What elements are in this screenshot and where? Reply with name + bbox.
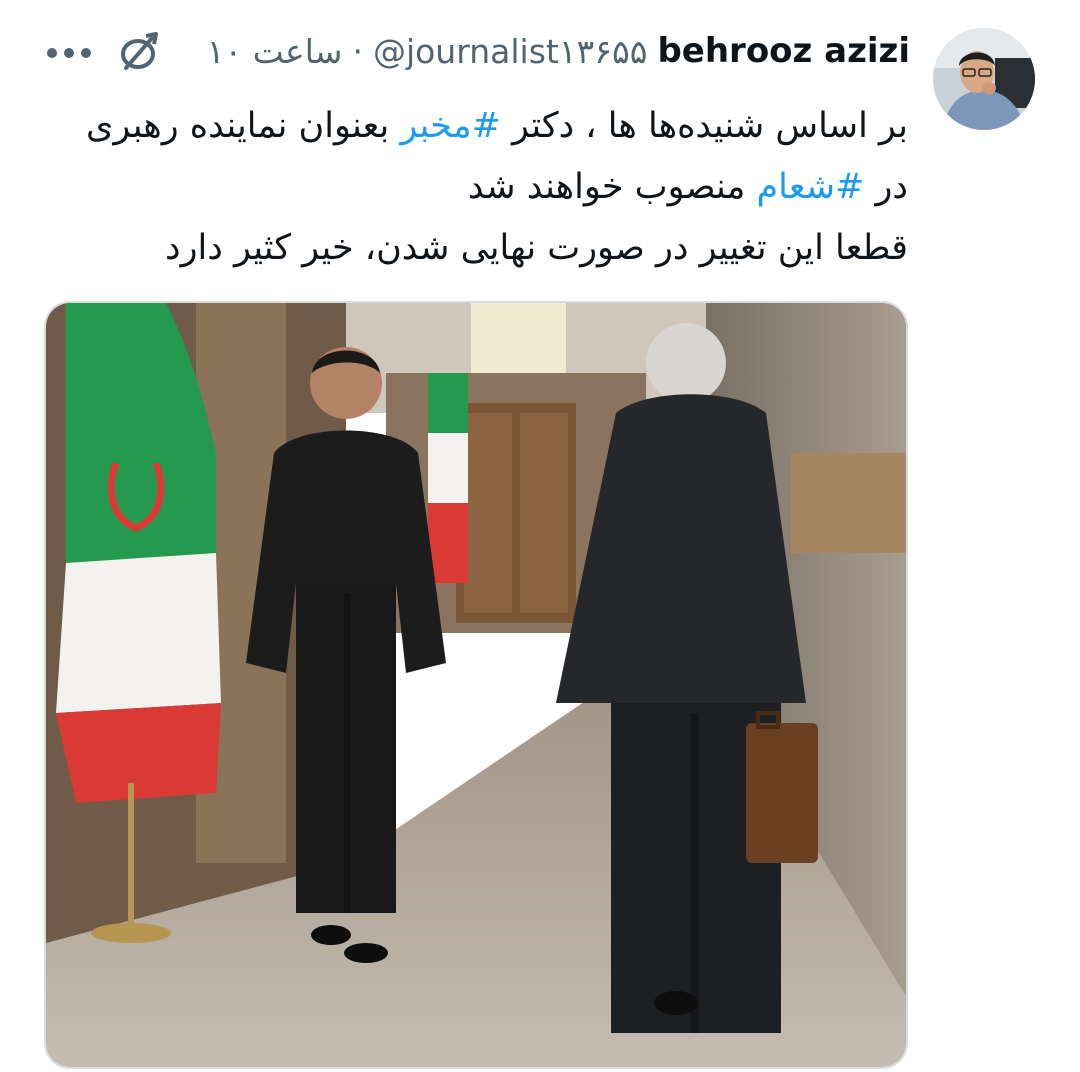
tweet-text-line: در #شعام منصوب خواهند شد <box>28 157 908 218</box>
hashtag-link[interactable]: #مخبر <box>400 106 501 146</box>
bird-icon <box>112 30 164 74</box>
user-handle[interactable]: @journalist۱۳۶۵۵ <box>373 32 648 71</box>
tweet-text-line: بر اساس شنیده‌ها ها ، دکتر #مخبر بعنوان … <box>28 96 908 157</box>
more-icon[interactable] <box>46 44 92 58</box>
tweet-text: بر اساس شنیده‌ها ها ، دکتر #مخبر بعنوان … <box>28 96 908 279</box>
hashtag-link[interactable]: #شعام <box>757 167 865 207</box>
tweet-header: behrooz azizi @journalist۱۳۶۵۵ · ۱۰ ساعت <box>207 26 910 76</box>
photo-image <box>46 303 906 1067</box>
avatar[interactable] <box>933 28 1035 130</box>
separator: · <box>352 31 363 71</box>
tweet-text-line: قطعا این تغییر در صورت نهایی شدن، خیر کث… <box>28 218 908 279</box>
tweet-text-segment: قطعا این تغییر در صورت نهایی شدن، خیر کث… <box>165 228 908 268</box>
avatar-image <box>933 28 1035 130</box>
tweet-time[interactable]: ۱۰ ساعت <box>207 32 343 71</box>
tweet-text-segment: بر اساس شنیده‌ها ها ، دکتر <box>500 106 908 146</box>
display-name[interactable]: behrooz azizi <box>657 31 910 71</box>
tweet-photo[interactable] <box>44 301 908 1069</box>
tweet-text-segment: منصوب خواهند شد <box>467 167 757 207</box>
tweet-text-segment: در <box>864 167 909 207</box>
tweet-text-segment: بعنوان نماینده رهبری <box>86 106 401 146</box>
